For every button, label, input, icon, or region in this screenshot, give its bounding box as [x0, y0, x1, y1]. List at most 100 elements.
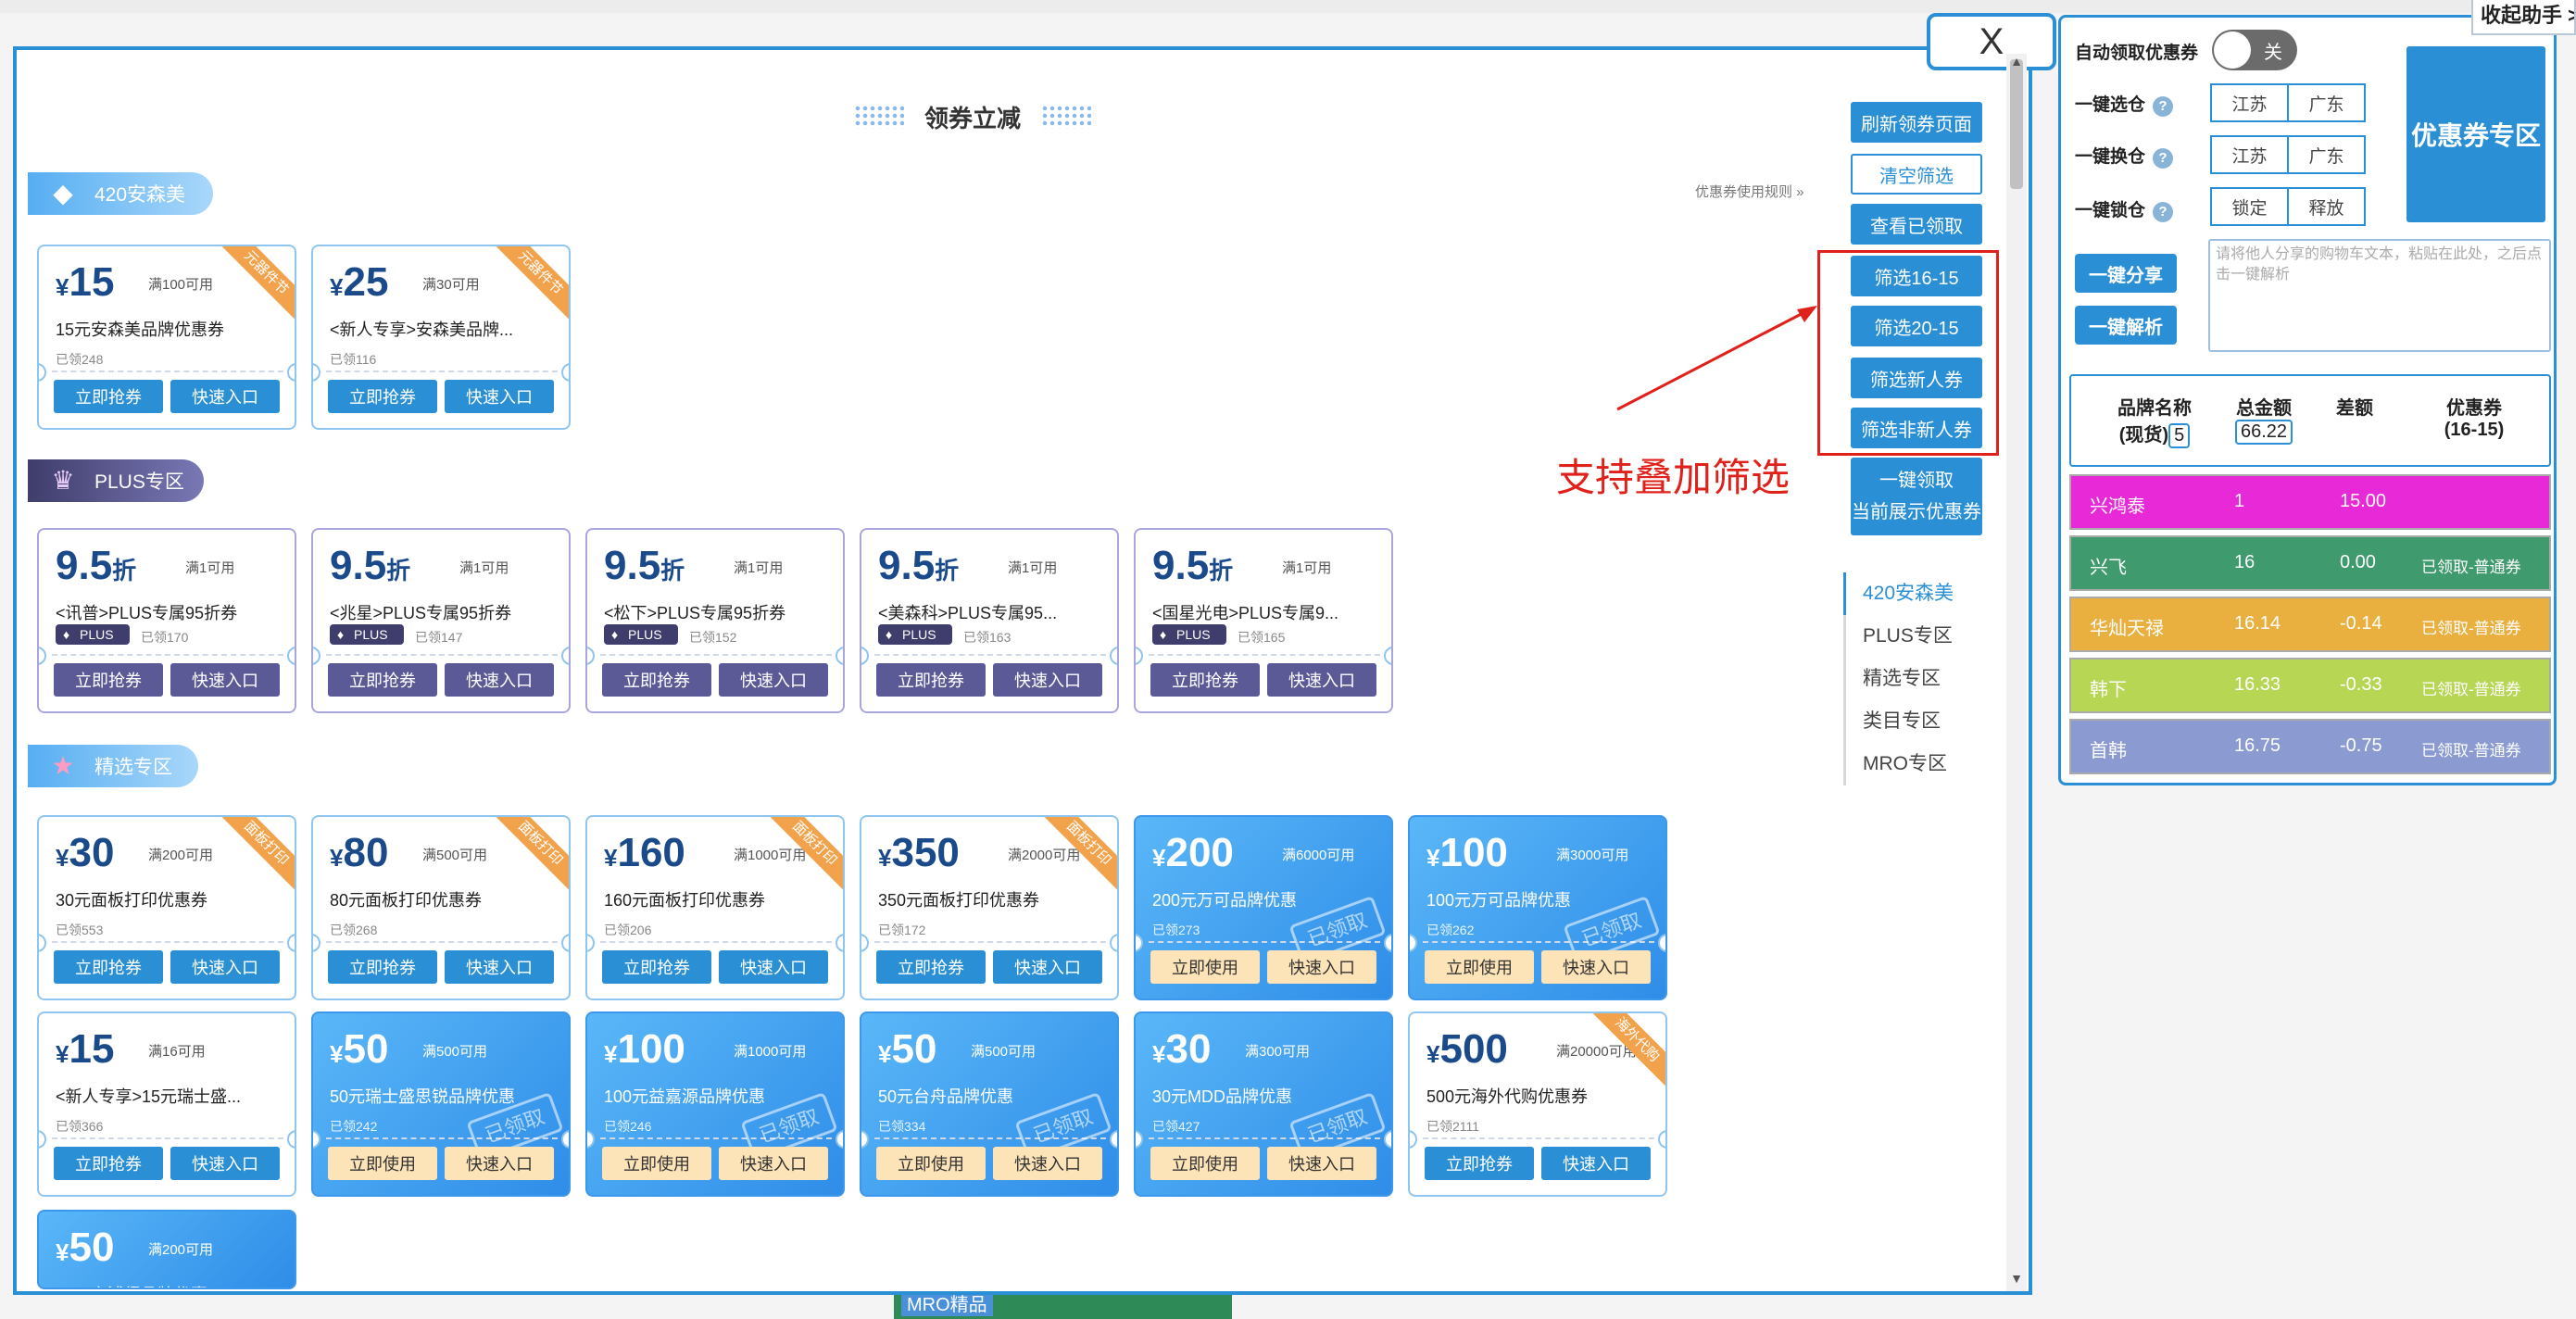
help-icon[interactable]: ? — [2153, 148, 2174, 169]
claim-coupon-button[interactable]: 立即抢券 — [328, 380, 437, 413]
coupon-zone-button[interactable]: 优惠券专区 — [2406, 46, 2545, 222]
card-notch — [587, 934, 595, 952]
card-notch — [1110, 934, 1117, 952]
quick-nav-category[interactable]: 类目专区 — [1846, 700, 1982, 743]
claim-coupon-button[interactable]: 立即使用 — [328, 1147, 437, 1180]
quick-entry-button[interactable]: 快速入口 — [993, 663, 1102, 697]
claim-coupon-button[interactable]: 立即使用 — [1150, 1147, 1260, 1180]
quick-entry-button[interactable]: 快速入口 — [719, 950, 828, 984]
claim-coupon-button[interactable]: 立即使用 — [602, 1147, 711, 1180]
claim-coupon-button[interactable]: 立即抢券 — [876, 950, 986, 984]
quick-entry-button[interactable]: 快速入口 — [170, 663, 280, 697]
release-button[interactable]: 释放 — [2287, 189, 2364, 224]
coupon-amount-value: 9.5 — [56, 543, 113, 588]
card-notch — [1658, 934, 1665, 952]
brand-row[interactable]: 首韩 16.75 -0.75 已领取-普通券 — [2069, 719, 2551, 774]
header-coupon-title: 优惠券 — [2446, 398, 2502, 419]
lock-button[interactable]: 锁定 — [2212, 189, 2287, 224]
card-notch — [287, 647, 295, 665]
quick-entry-button[interactable]: 快速入口 — [1267, 663, 1376, 697]
coupon-amount-value: 9.5 — [878, 543, 936, 588]
share-button[interactable]: 一键分享 — [2075, 254, 2177, 293]
claim-coupon-button[interactable]: 立即抢券 — [328, 950, 437, 984]
crown-icon: ♛ — [51, 466, 75, 495]
close-button[interactable]: X — [1927, 13, 2056, 70]
claim-coupon-button[interactable]: 立即使用 — [1150, 950, 1260, 984]
modal-scrollbar[interactable] — [2006, 54, 2027, 1291]
coupon-claimed-count: 已领248 — [56, 352, 104, 367]
coupon-amount: ¥50 — [330, 1026, 388, 1073]
quick-entry-button[interactable]: 快速入口 — [993, 1147, 1102, 1180]
refresh-coupons-button[interactable]: 刷新领券页面 — [1851, 102, 1982, 143]
coupon-name: 30元面板打印优惠券 — [56, 891, 208, 910]
claim-coupon-button[interactable]: 立即抢券 — [54, 380, 163, 413]
quick-entry-button[interactable]: 快速入口 — [719, 663, 828, 697]
coupon-divider — [600, 941, 832, 943]
quick-entry-button[interactable]: 快速入口 — [1541, 950, 1651, 984]
quick-entry-button[interactable]: 快速入口 — [445, 380, 554, 413]
claim-coupon-button[interactable]: 立即抢券 — [1150, 663, 1260, 697]
quick-entry-button[interactable]: 快速入口 — [170, 950, 280, 984]
select-warehouse-toggle: 江苏 广东 — [2210, 83, 2366, 122]
cart-text-input[interactable]: 请将他人分享的购物车文本，粘贴在此处，之后点击一键解析 — [2208, 239, 2551, 352]
quick-nav-420[interactable]: 420安森美 — [1843, 572, 1982, 615]
claim-coupon-button[interactable]: 立即抢券 — [54, 1147, 163, 1180]
quick-entry-button[interactable]: 快速入口 — [445, 950, 554, 984]
coupon-name: <新人专享>安森美品牌... — [330, 320, 514, 339]
collapse-helper-button[interactable]: 收起助手 > — [2471, 0, 2576, 35]
claim-coupon-button[interactable]: 立即使用 — [1425, 950, 1534, 984]
coupon-card: ¥30 满200可用 30元面板打印优惠券 已领553 面板打印 立即抢券 快速入口 — [37, 815, 296, 1000]
brand-row[interactable]: 韩下 16.33 -0.33 已领取-普通券 — [2069, 658, 2551, 713]
quick-nav-mro[interactable]: MRO专区 — [1846, 743, 1982, 785]
row-diff: 15.00 — [2340, 491, 2387, 511]
claim-coupon-button[interactable]: 立即抢券 — [876, 663, 986, 697]
claim-all-button[interactable]: 一键领取 当前展示优惠券 — [1851, 458, 1982, 535]
swap-jiangsu-button[interactable]: 江苏 — [2212, 137, 2287, 172]
clear-filter-button[interactable]: 清空筛选 — [1851, 154, 1982, 195]
help-icon[interactable]: ? — [2153, 202, 2174, 222]
coupon-card: ¥25 满30可用 <新人专享>安森美品牌... 已领116 元器件节 立即抢券 快速入口 — [311, 245, 571, 430]
modal-scroll-thumb[interactable] — [2010, 59, 2023, 189]
claim-coupon-button[interactable]: 立即抢券 — [602, 663, 711, 697]
brand-row[interactable]: 兴飞 16 0.00 已领取-普通券 — [2069, 535, 2551, 591]
claim-coupon-button[interactable]: 立即抢券 — [328, 663, 437, 697]
quick-entry-button[interactable]: 快速入口 — [170, 1147, 280, 1180]
claim-coupon-button[interactable]: 立即抢券 — [54, 663, 163, 697]
quick-entry-button[interactable]: 快速入口 — [1267, 950, 1376, 984]
coupon-condition: 满1000可用 — [734, 1044, 807, 1060]
swap-guangdong-button[interactable]: 广东 — [2287, 137, 2364, 172]
coupon-amount-value: 100 — [1439, 830, 1508, 875]
currency-symbol: ¥ — [878, 844, 892, 872]
quick-entry-button[interactable]: 快速入口 — [719, 1147, 828, 1180]
quick-nav-plus[interactable]: PLUS专区 — [1846, 615, 1982, 658]
select-jiangsu-button[interactable]: 江苏 — [2212, 85, 2287, 120]
row-total: 16.33 — [2234, 674, 2281, 695]
auto-claim-toggle[interactable]: 关 — [2212, 30, 2297, 70]
claim-coupon-button[interactable]: 立即抢券 — [1425, 1147, 1534, 1180]
parse-button[interactable]: 一键解析 — [2075, 306, 2177, 345]
claim-coupon-button[interactable]: 立即抢券 — [602, 950, 711, 984]
help-icon[interactable]: ? — [2153, 96, 2174, 117]
card-notch — [1136, 1130, 1143, 1149]
scroll-up-icon[interactable]: ▲ — [2008, 54, 2025, 69]
select-guangdong-button[interactable]: 广东 — [2287, 85, 2364, 120]
view-claimed-button[interactable]: 查看已领取 — [1851, 204, 1982, 245]
quick-entry-button[interactable]: 快速入口 — [1541, 1147, 1651, 1180]
scroll-down-icon[interactable]: ▼ — [2008, 1271, 2025, 1286]
coupon-rules-link[interactable]: 优惠券使用规则 » — [1695, 182, 1804, 201]
brand-row[interactable]: 兴鸿泰 1 15.00 — [2069, 474, 2551, 530]
claim-coupon-button[interactable]: 立即抢券 — [54, 950, 163, 984]
claim-coupon-button[interactable]: 立即使用 — [876, 1147, 986, 1180]
header-total: 总金额 66.22 — [2227, 393, 2301, 445]
quick-entry-button[interactable]: 快速入口 — [445, 663, 554, 697]
coupon-condition: 满1可用 — [734, 560, 784, 576]
coupon-condition: 满1可用 — [459, 560, 509, 576]
brand-row[interactable]: 华灿天禄 16.14 -0.14 已领取-普通券 — [2069, 597, 2551, 652]
quick-entry-button[interactable]: 快速入口 — [1267, 1147, 1376, 1180]
header-coupon: 优惠券 (16-15) — [2423, 393, 2525, 441]
quick-entry-button[interactable]: 快速入口 — [993, 950, 1102, 984]
quick-entry-button[interactable]: 快速入口 — [170, 380, 280, 413]
quick-nav-pick[interactable]: 精选专区 — [1846, 658, 1982, 700]
quick-entry-button[interactable]: 快速入口 — [445, 1147, 554, 1180]
row-coupon: 已领取-普通券 — [2421, 742, 2521, 760]
